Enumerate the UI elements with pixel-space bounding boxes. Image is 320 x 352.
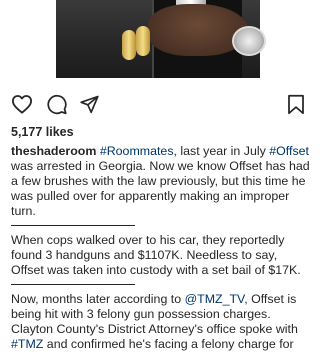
caption-paragraph-1: theshaderoom #Roommates, last year in Ju… [11,144,311,219]
caption-divider [11,225,135,226]
photo-content [56,0,266,78]
mention-tmz-tv[interactable]: @TMZ_TV [185,292,245,306]
caption-text: , last year in July [173,144,266,158]
post-actions [0,94,317,116]
hashtag-roommates[interactable]: #Roommates [100,144,174,158]
heart-icon[interactable] [11,94,33,114]
photo-bracelet [122,30,136,60]
photo-hand [148,4,248,56]
post-image[interactable] [0,0,317,84]
like-count[interactable]: 5,177 likes [11,125,74,139]
photo-watch [232,26,266,56]
caption-paragraph-3: Now, months later according to @TMZ_TV, … [11,292,311,352]
caption-paragraph-2: When cops walked over to his car, they r… [11,233,301,277]
caption-text: was arrested in Georgia. Now we know Off… [11,159,310,218]
caption-divider [11,284,135,285]
comment-icon[interactable] [46,94,68,115]
hashtag-offset[interactable]: #Offset [269,144,309,158]
share-icon[interactable] [79,94,100,114]
caption-text: and confirmed he's facing a felony charg… [43,337,294,351]
username-link[interactable]: theshaderoom [11,144,96,158]
caption-text: Now, months later according to [11,292,185,306]
hashtag-tmz[interactable]: #TMZ [11,337,43,351]
photo-bracelet [136,26,150,56]
bookmark-icon[interactable] [287,94,305,115]
post-caption: theshaderoom #Roommates, last year in Ju… [11,144,311,352]
